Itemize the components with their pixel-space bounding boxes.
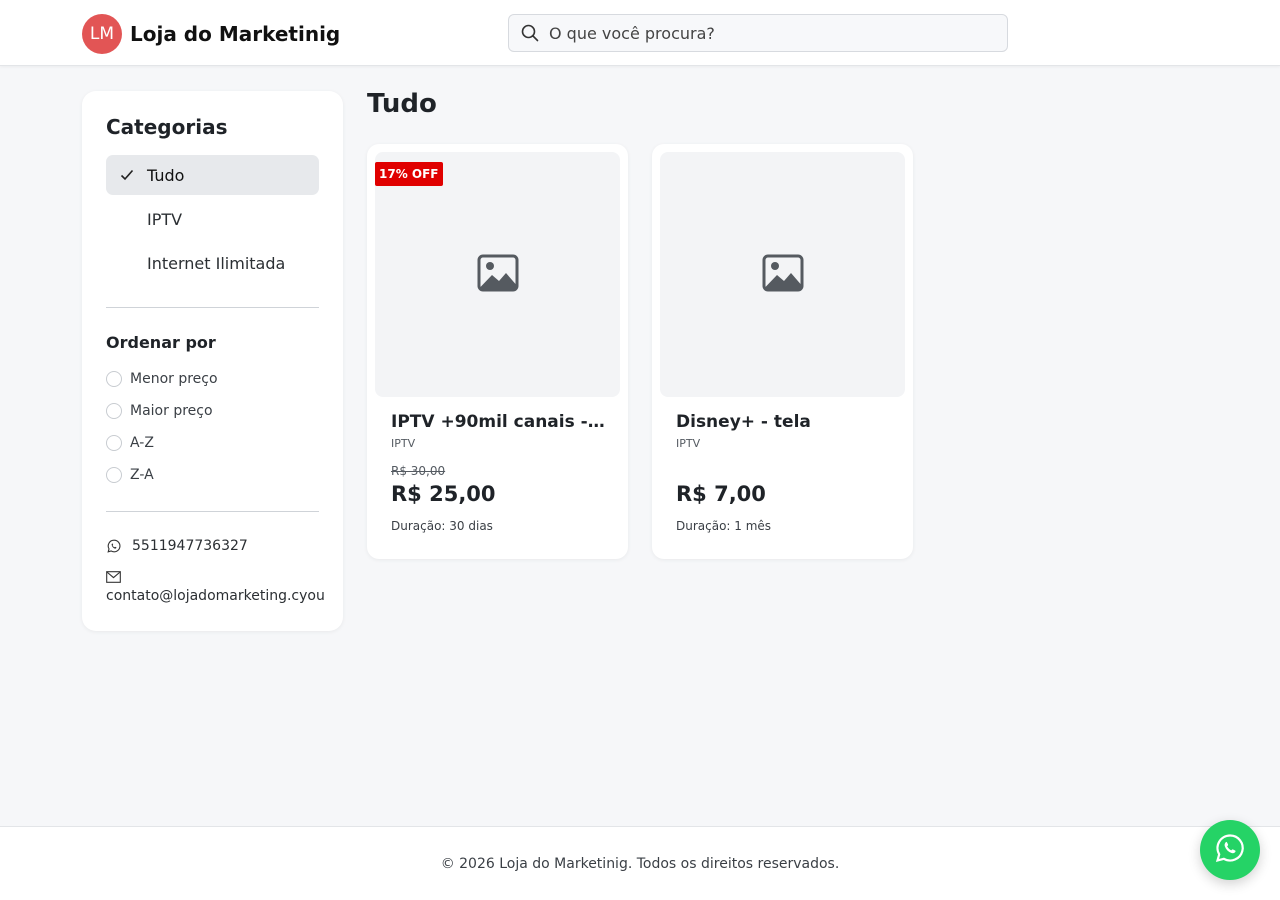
contact-email[interactable]: contato@lojadomarketing.cyou (106, 588, 325, 604)
check-icon (106, 169, 147, 181)
search-bar[interactable] (508, 14, 1008, 52)
radio-button[interactable] (106, 403, 122, 419)
sort-option-maior-preco[interactable]: Maior preço (106, 403, 213, 419)
category-item-iptv[interactable]: IPTV (106, 199, 319, 239)
product-price: R$ 7,00 (676, 482, 766, 506)
product-image (660, 152, 905, 397)
product-title: Disney+ - tela (676, 412, 811, 432)
product-image (375, 152, 620, 397)
whatsapp-chat-button[interactable] (1200, 820, 1260, 880)
radio-button[interactable] (106, 467, 122, 483)
brand-logo-link[interactable]: LM Loja do Marketinig (82, 14, 340, 54)
category-label: Tudo (147, 165, 185, 185)
search-input[interactable] (549, 23, 989, 43)
sort-label: Maior preço (130, 403, 213, 419)
product-duration: Duração: 30 dias (391, 519, 493, 533)
sort-label: Menor preço (130, 371, 218, 387)
brand-name: Loja do Marketinig (130, 22, 341, 46)
sort-label: Z-A (130, 467, 154, 483)
product-category: IPTV (676, 437, 701, 450)
radio-button[interactable] (106, 371, 122, 387)
categories-heading: Categorias (106, 115, 228, 139)
product-card[interactable]: Disney+ - tela IPTV R$ 7,00 Duração: 1 m… (652, 144, 913, 559)
whatsapp-icon (1214, 832, 1246, 868)
product-price: R$ 25,00 (391, 482, 496, 506)
sort-option-z-a[interactable]: Z-A (106, 467, 154, 483)
image-placeholder-icon (477, 254, 519, 296)
sidebar-divider (106, 307, 319, 308)
sort-option-a-z[interactable]: A-Z (106, 435, 154, 451)
product-card[interactable]: 17% OFF IPTV +90mil canais - 30 dias IPT… (367, 144, 628, 559)
site-footer: © 2026 Loja do Marketinig. Todos os dire… (0, 826, 1280, 900)
contact-phone[interactable]: 5511947736327 (106, 538, 248, 554)
category-label: Internet Ilimitada (147, 253, 286, 273)
category-item-tudo[interactable]: Tudo (106, 155, 319, 195)
sidebar-divider (106, 511, 319, 512)
product-duration: Duração: 1 mês (676, 519, 772, 533)
brand-avatar: LM (82, 14, 122, 54)
site-header: LM Loja do Marketinig (0, 0, 1280, 66)
sidebar: Categorias Tudo IPTV Internet Ilimitada … (82, 91, 343, 631)
search-icon (520, 23, 540, 43)
product-old-price: R$ 30,00 (391, 464, 446, 478)
whatsapp-icon (106, 538, 122, 554)
sort-label: A-Z (130, 435, 154, 451)
product-category: IPTV (391, 437, 416, 450)
sort-heading: Ordenar por (106, 333, 216, 352)
copyright-text: © 2026 Loja do Marketinig. Todos os dire… (440, 855, 840, 872)
image-placeholder-icon (762, 254, 804, 296)
category-item-internet-ilimitada[interactable]: Internet Ilimitada (106, 243, 319, 283)
sort-option-menor-preco[interactable]: Menor preço (106, 371, 218, 387)
page-title: Tudo (367, 89, 437, 119)
product-title: IPTV +90mil canais - 30 dias (391, 412, 606, 432)
phone-number: 5511947736327 (132, 538, 248, 554)
category-label: IPTV (147, 209, 183, 229)
discount-badge: 17% OFF (375, 162, 443, 186)
radio-button[interactable] (106, 435, 122, 451)
mail-icon (106, 568, 122, 583)
